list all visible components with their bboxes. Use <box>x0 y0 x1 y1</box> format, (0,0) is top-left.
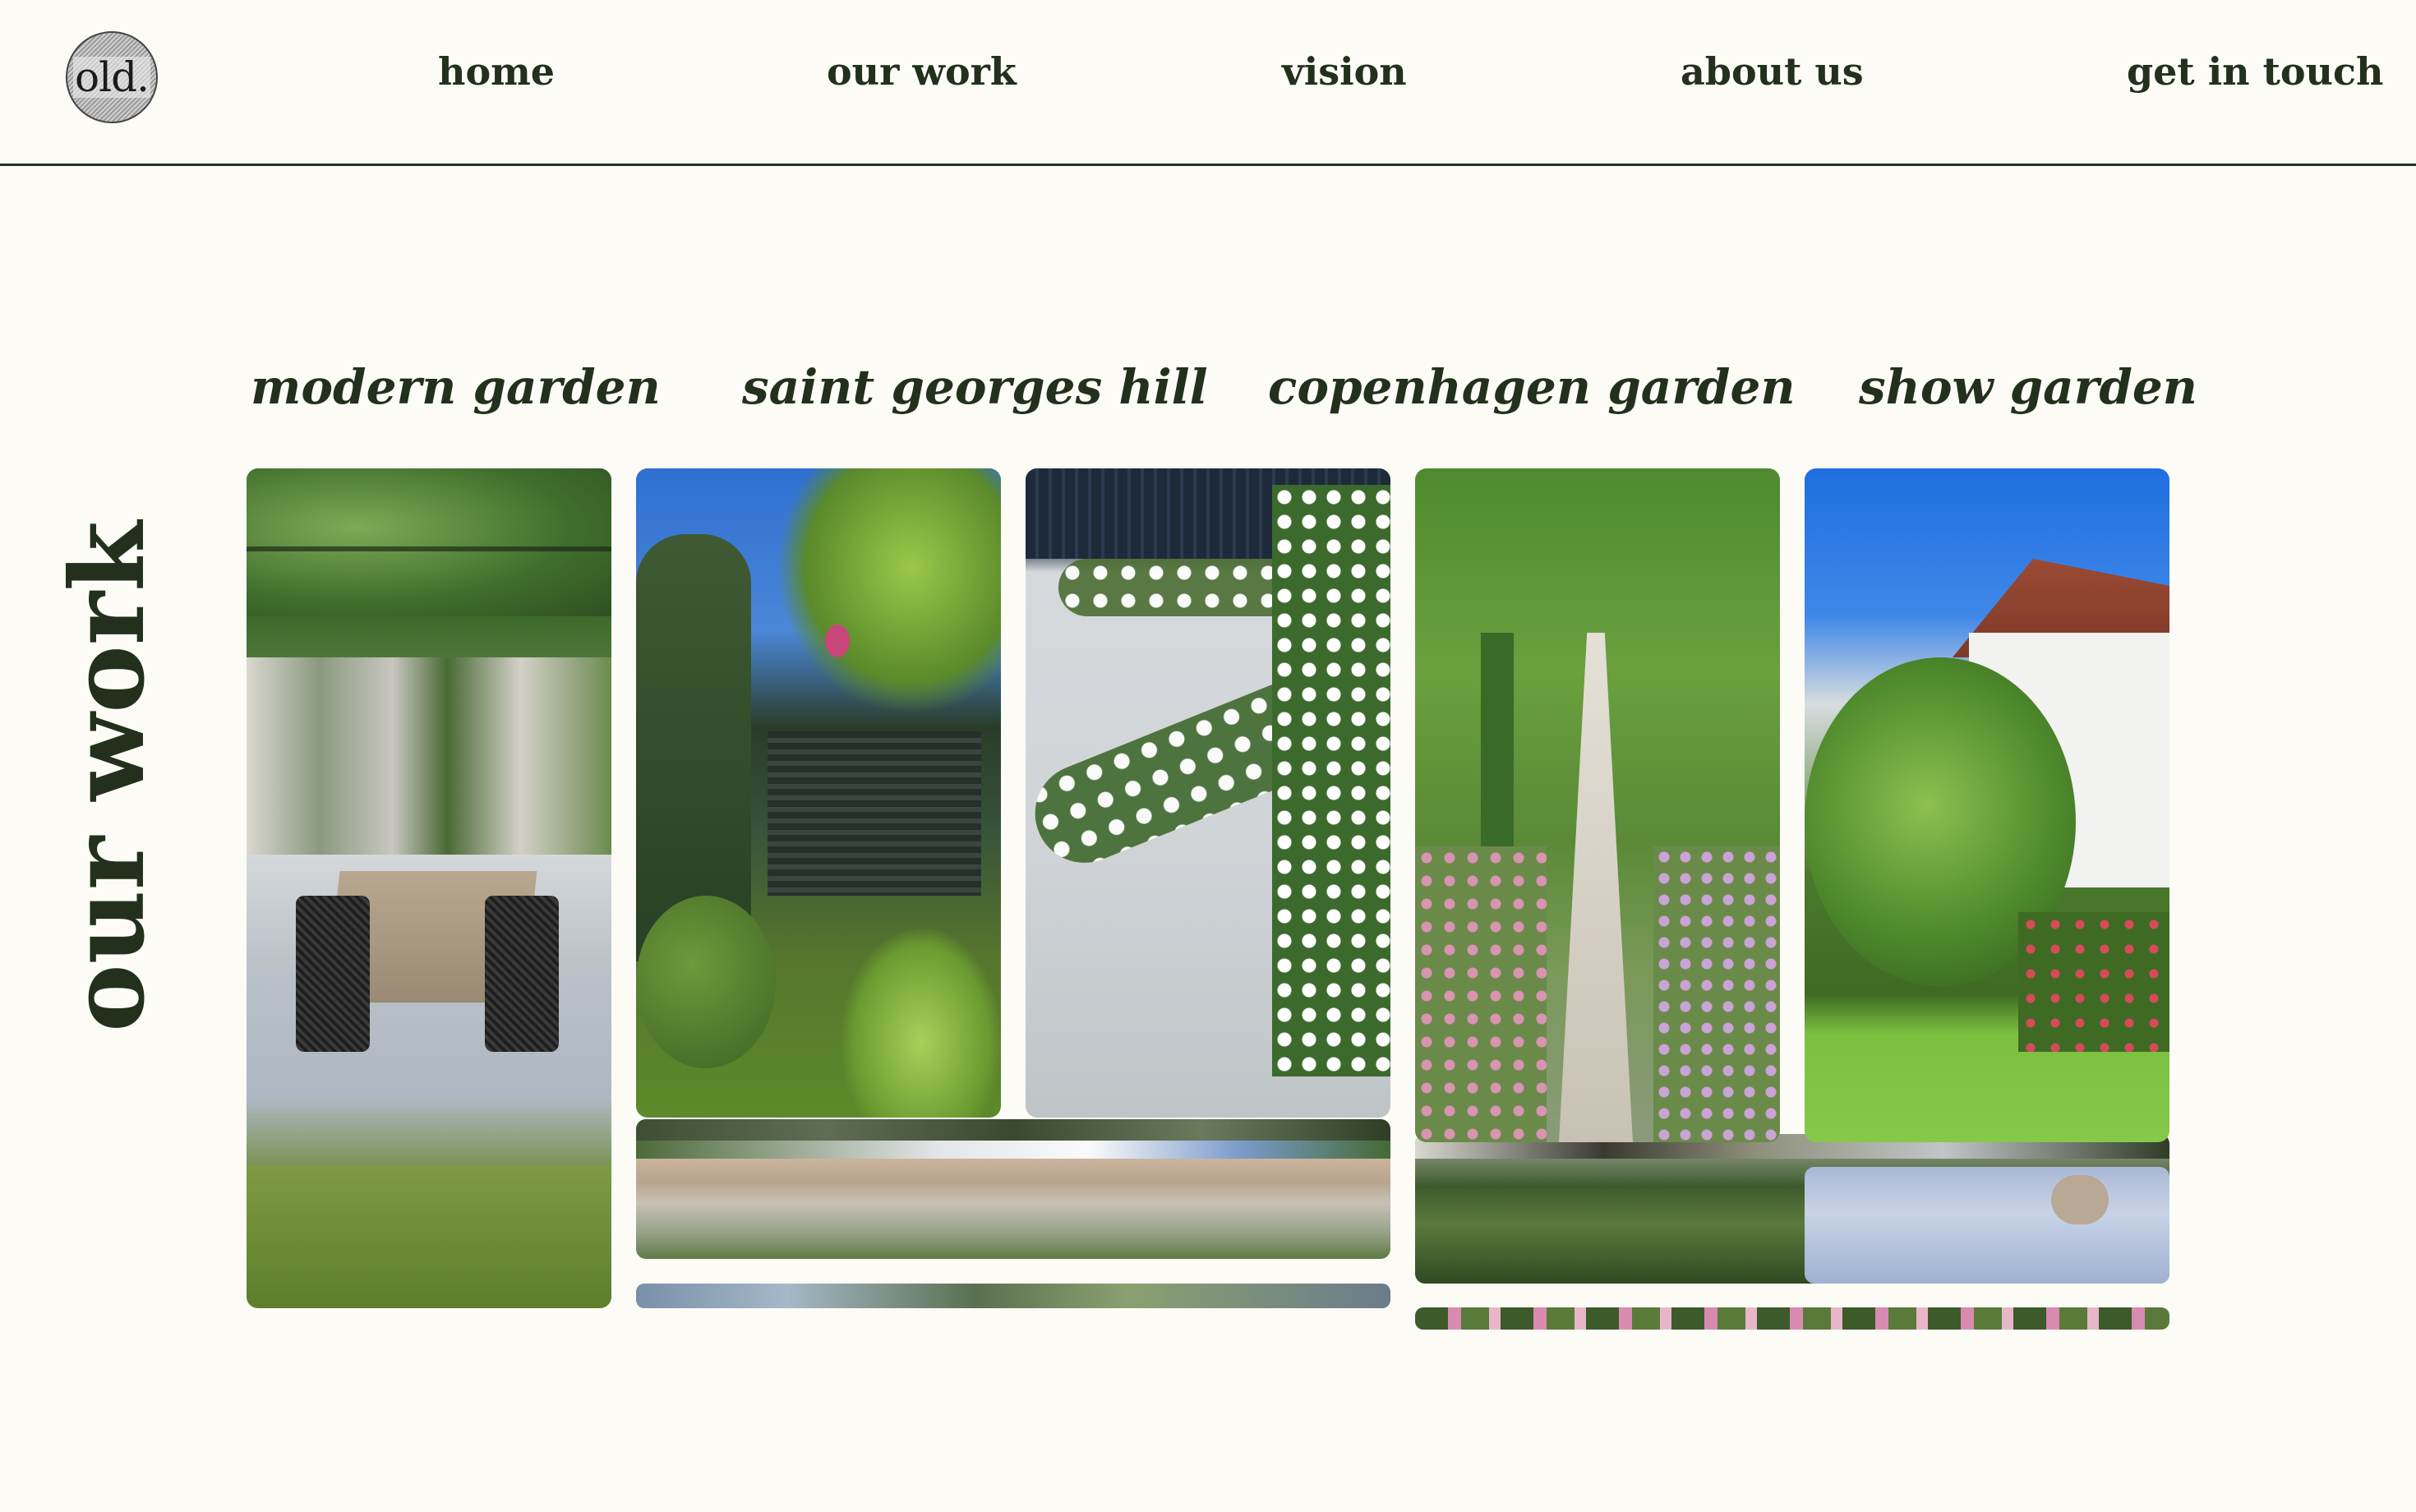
modern-garden-photo[interactable] <box>247 468 611 1308</box>
project-title-modern-garden[interactable]: modern garden <box>251 361 661 414</box>
saint-georges-hill-photo[interactable] <box>636 468 1001 1118</box>
project-title-copenhagen-garden[interactable]: copenhagen garden <box>1268 361 1796 414</box>
nav-get-in-touch[interactable]: get in touch <box>2127 49 2383 94</box>
garden-photo-strip[interactable] <box>636 1119 1390 1259</box>
nav-home[interactable]: home <box>438 49 555 94</box>
project-title-show-garden[interactable]: show garden <box>1859 361 2197 414</box>
logo[interactable]: old. <box>66 31 158 123</box>
flower-bed-photo-strip[interactable] <box>1415 1307 2169 1330</box>
page-title: our work <box>48 520 168 1033</box>
copenhagen-garden-pergola-photo[interactable] <box>1415 468 1780 1142</box>
nav-our-work[interactable]: our work <box>827 49 1017 94</box>
site-header: old. home our work vision about us get i… <box>0 0 2416 166</box>
project-title-saint-georges-hill[interactable]: saint georges hill <box>742 361 1208 414</box>
garden-photo-thumbnail[interactable] <box>636 1284 1390 1308</box>
nav-about-us[interactable]: about us <box>1681 49 1864 94</box>
logo-text: old. <box>73 53 150 101</box>
nav-vision[interactable]: vision <box>1282 49 1407 94</box>
show-garden-terrace-photo[interactable] <box>1805 1167 2169 1284</box>
copenhagen-garden-roses-photo[interactable] <box>1026 468 1390 1118</box>
show-garden-house-photo[interactable] <box>1805 468 2169 1142</box>
